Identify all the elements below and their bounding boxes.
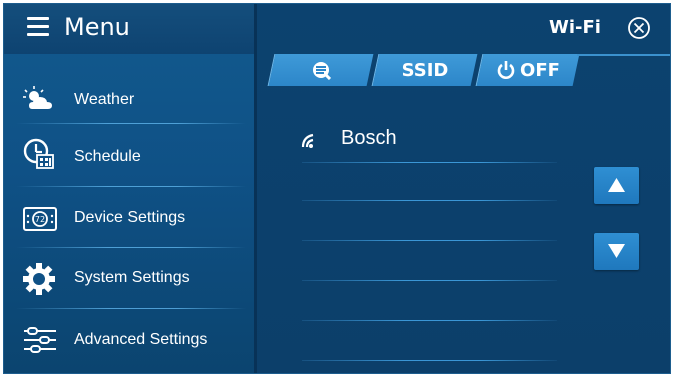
device-settings-icon: 72 [23,207,57,231]
wifi-signal-icon [301,133,314,148]
menu-item-label: Advanced Settings [74,331,208,348]
menu-item-label: Weather [74,91,135,108]
network-name: Bosch [341,127,397,149]
list-divider [302,320,557,321]
list-divider [302,360,557,361]
list-item[interactable] [297,119,567,159]
tab-ssid[interactable]: SSID [371,54,478,86]
menu-header[interactable]: Menu [4,4,254,54]
menu-item-system-settings[interactable]: System Settings [4,249,254,309]
gear-icon [23,263,55,295]
wifi-tab-bar: SSID OFF [265,54,583,86]
list-divider [302,200,557,201]
scroll-down-button[interactable] [594,233,639,270]
menu-item-label: System Settings [74,269,190,286]
thermostat-screen: Menu Weather Schedule 72 Device Settings… [3,3,671,374]
menu-item-device-settings[interactable]: 72 Device Settings [4,189,254,249]
list-divider [302,280,557,281]
tab-power-label: OFF [520,59,560,81]
tab-ssid-label: SSID [401,59,449,81]
sliders-icon [24,327,56,353]
scroll-up-button[interactable] [594,167,639,204]
close-icon[interactable] [627,16,651,40]
hamburger-icon[interactable] [27,17,49,37]
power-icon [497,61,515,79]
menu-title: Menu [64,13,130,41]
wifi-panel: Wi-Fi SSID OFF Bosch [257,4,670,373]
list-divider [302,240,557,241]
list-divider [302,162,557,163]
svg-text:72: 72 [35,215,45,224]
menu-panel: Menu Weather Schedule 72 Device Settings… [4,4,254,373]
wifi-title: Wi-Fi [549,17,601,38]
tab-search[interactable] [267,54,374,86]
menu-item-schedule[interactable]: Schedule [4,128,254,188]
tab-underline [577,54,670,56]
tab-power-off[interactable]: OFF [475,54,580,86]
search-list-icon [313,62,331,80]
menu-divider [16,123,246,124]
menu-divider [16,308,246,309]
wifi-header: Wi-Fi [257,4,670,54]
arrow-up-icon [608,178,625,192]
menu-item-label: Schedule [74,148,141,165]
menu-item-label: Device Settings [74,209,186,226]
menu-divider [16,247,246,248]
schedule-icon [23,138,54,169]
menu-item-weather[interactable]: Weather [4,71,254,131]
menu-item-advanced-settings[interactable]: Advanced Settings [4,311,254,371]
arrow-down-icon [608,244,625,258]
weather-icon [23,86,52,109]
menu-divider [16,186,246,187]
